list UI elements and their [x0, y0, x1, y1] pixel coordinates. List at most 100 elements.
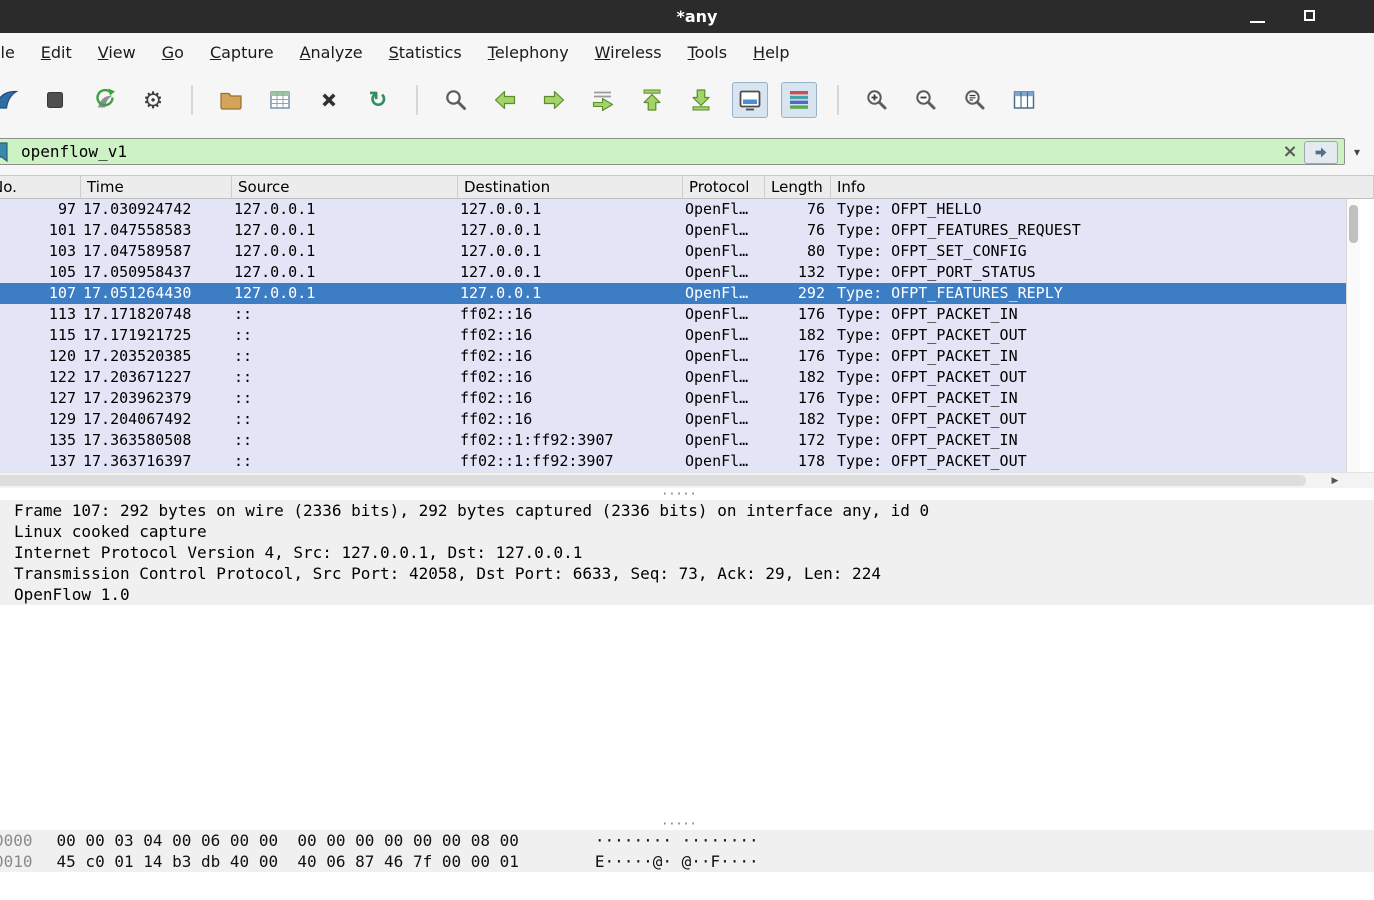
- menu-item[interactable]: Help: [753, 43, 789, 62]
- maximize-button[interactable]: [1304, 10, 1315, 21]
- hex-dump-row[interactable]: 0010 45 c0 01 14 b3 db 40 00 40 06 87 46 …: [0, 851, 1374, 872]
- cell-protocol: OpenFl…: [685, 326, 749, 344]
- menu-item[interactable]: Statistics: [389, 43, 462, 62]
- cell-info: Type: OFPT_HELLO: [837, 200, 982, 218]
- cell-no: 137: [48, 452, 76, 470]
- save-capture-file-button[interactable]: [262, 82, 298, 118]
- vertical-scrollbar-thumb[interactable]: [1349, 205, 1358, 243]
- packet-row[interactable]: 137 17.363716397 :: ff02::1:ff92:3907 Op…: [0, 451, 1346, 472]
- arrow-left-icon: [494, 90, 516, 110]
- go-to-first-packet-button[interactable]: [634, 82, 670, 118]
- column-header-length[interactable]: Length: [765, 176, 831, 198]
- packet-detail-line[interactable]: Linux cooked capture: [0, 521, 1374, 542]
- packet-row[interactable]: 129 17.204067492 :: ff02::16 OpenFl… 182…: [0, 409, 1346, 430]
- zoom-in-button[interactable]: [859, 82, 895, 118]
- packet-row[interactable]: 127 17.203962379 :: ff02::16 OpenFl… 176…: [0, 388, 1346, 409]
- menu-item[interactable]: Edit: [41, 43, 72, 62]
- menu-item[interactable]: Go: [162, 43, 184, 62]
- go-to-last-packet-button[interactable]: [683, 82, 719, 118]
- capture-options-button[interactable]: ⚙: [135, 82, 171, 118]
- cell-protocol: OpenFl…: [685, 305, 749, 323]
- go-to-packet-button[interactable]: [585, 82, 621, 118]
- zoom-in-icon: [867, 90, 887, 110]
- cell-time: 17.203671227: [83, 368, 192, 386]
- cell-length: 176: [797, 389, 825, 407]
- packet-row[interactable]: 101 17.047558583 127.0.0.1 127.0.0.1 Ope…: [0, 220, 1346, 241]
- start-capture-button[interactable]: [0, 82, 24, 118]
- restart-capture-button[interactable]: [86, 82, 122, 118]
- packet-row[interactable]: 105 17.050958437 127.0.0.1 127.0.0.1 Ope…: [0, 262, 1346, 283]
- cell-info: Type: OFPT_PACKET_OUT: [837, 452, 1027, 470]
- horizontal-scrollbar-thumb[interactable]: [0, 475, 1306, 486]
- column-header-destination[interactable]: Destination: [458, 176, 683, 198]
- stop-capture-button[interactable]: [37, 82, 73, 118]
- cell-protocol: OpenFl…: [685, 347, 749, 365]
- menu-item[interactable]: View: [98, 43, 136, 62]
- column-header-info[interactable]: Info: [831, 176, 1374, 198]
- cell-length: 80: [806, 242, 825, 260]
- minimize-button[interactable]: [1250, 21, 1265, 23]
- column-header-source[interactable]: Source: [232, 176, 458, 198]
- packet-row[interactable]: 113 17.171820748 :: ff02::16 OpenFl… 176…: [0, 304, 1346, 325]
- auto-scroll-toggle-button[interactable]: [732, 82, 768, 118]
- apply-filter-icon[interactable]: [1304, 141, 1338, 164]
- menu-item[interactable]: Analyze: [300, 43, 363, 62]
- cell-source: ::: [234, 410, 253, 428]
- packet-detail-line[interactable]: Transmission Control Protocol, Src Port:…: [0, 563, 1374, 584]
- scroll-right-arrow-icon[interactable]: ▶: [1327, 474, 1343, 487]
- menu-item[interactable]: Capture: [210, 43, 274, 62]
- cell-length: 76: [806, 200, 825, 218]
- zoom-out-button[interactable]: [908, 82, 944, 118]
- packet-row[interactable]: 107 17.051264430 127.0.0.1 127.0.0.1 Ope…: [0, 283, 1346, 304]
- packet-row[interactable]: 115 17.171921725 :: ff02::16 OpenFl… 182…: [0, 325, 1346, 346]
- window-title: *any: [676, 7, 718, 26]
- cell-destination: ff02::16: [460, 368, 533, 386]
- pane-splitter[interactable]: ·····: [0, 486, 1374, 502]
- hex-dump-row[interactable]: 0000 00 00 03 04 00 06 00 00 00 00 00 00 …: [0, 830, 1374, 851]
- colorize-packets-toggle-button[interactable]: [781, 82, 817, 118]
- filter-bookmark-icon[interactable]: [0, 141, 11, 163]
- titlebar[interactable]: *any: [0, 0, 1374, 33]
- find-packet-button[interactable]: [438, 82, 474, 118]
- packet-detail-line[interactable]: Frame 107: 292 bytes on wire (2336 bits)…: [0, 500, 1374, 521]
- cell-no: 135: [48, 431, 76, 449]
- filter-dropdown-button[interactable]: ▾: [1345, 138, 1369, 165]
- arrow-right-icon: [543, 90, 565, 110]
- packet-row[interactable]: 120 17.203520385 :: ff02::16 OpenFl… 176…: [0, 346, 1346, 367]
- pane-splitter[interactable]: ·····: [0, 816, 1374, 832]
- menu-item[interactable]: File: [0, 43, 15, 62]
- packet-list-body: 97 17.030924742 127.0.0.1 127.0.0.1 Open…: [0, 199, 1346, 472]
- packet-list-vertical-scrollbar[interactable]: [1346, 199, 1360, 472]
- packet-list-horizontal-scrollbar[interactable]: ▶: [0, 472, 1374, 488]
- packet-row[interactable]: 103 17.047589587 127.0.0.1 127.0.0.1 Ope…: [0, 241, 1346, 262]
- zoom-normal-button[interactable]: [957, 82, 993, 118]
- stop-square-icon: [47, 92, 63, 108]
- clear-filter-icon[interactable]: ×: [1280, 141, 1300, 162]
- cell-source: 127.0.0.1: [234, 221, 316, 239]
- go-forward-button[interactable]: [536, 82, 572, 118]
- toolbar-separator: [837, 85, 839, 115]
- cell-time: 17.203520385: [83, 347, 192, 365]
- column-header-protocol[interactable]: Protocol: [683, 176, 765, 198]
- resize-columns-button[interactable]: [1006, 82, 1042, 118]
- column-header-no[interactable]: No.: [0, 176, 81, 198]
- filter-value: openflow_v1: [21, 142, 127, 161]
- cell-protocol: OpenFl…: [685, 284, 749, 302]
- cell-source: ::: [234, 347, 253, 365]
- open-capture-file-button[interactable]: [213, 82, 249, 118]
- column-header-time[interactable]: Time: [81, 176, 232, 198]
- menu-item[interactable]: Telephony: [488, 43, 569, 62]
- menu-item[interactable]: Tools: [688, 43, 727, 62]
- reload-capture-button[interactable]: ↻: [360, 82, 396, 118]
- go-back-button[interactable]: [487, 82, 523, 118]
- packet-row[interactable]: 97 17.030924742 127.0.0.1 127.0.0.1 Open…: [0, 199, 1346, 220]
- packet-row[interactable]: 135 17.363580508 :: ff02::1:ff92:3907 Op…: [0, 430, 1346, 451]
- close-capture-file-button[interactable]: [311, 82, 347, 118]
- packet-detail-line[interactable]: OpenFlow 1.0: [0, 584, 1374, 605]
- display-filter-input[interactable]: openflow_v1 ×: [0, 138, 1345, 165]
- cell-info: Type: OFPT_PORT_STATUS: [837, 263, 1036, 281]
- packet-row[interactable]: 122 17.203671227 :: ff02::16 OpenFl… 182…: [0, 367, 1346, 388]
- cell-no: 122: [48, 368, 76, 386]
- packet-detail-line[interactable]: Internet Protocol Version 4, Src: 127.0.…: [0, 542, 1374, 563]
- menu-item[interactable]: Wireless: [595, 43, 662, 62]
